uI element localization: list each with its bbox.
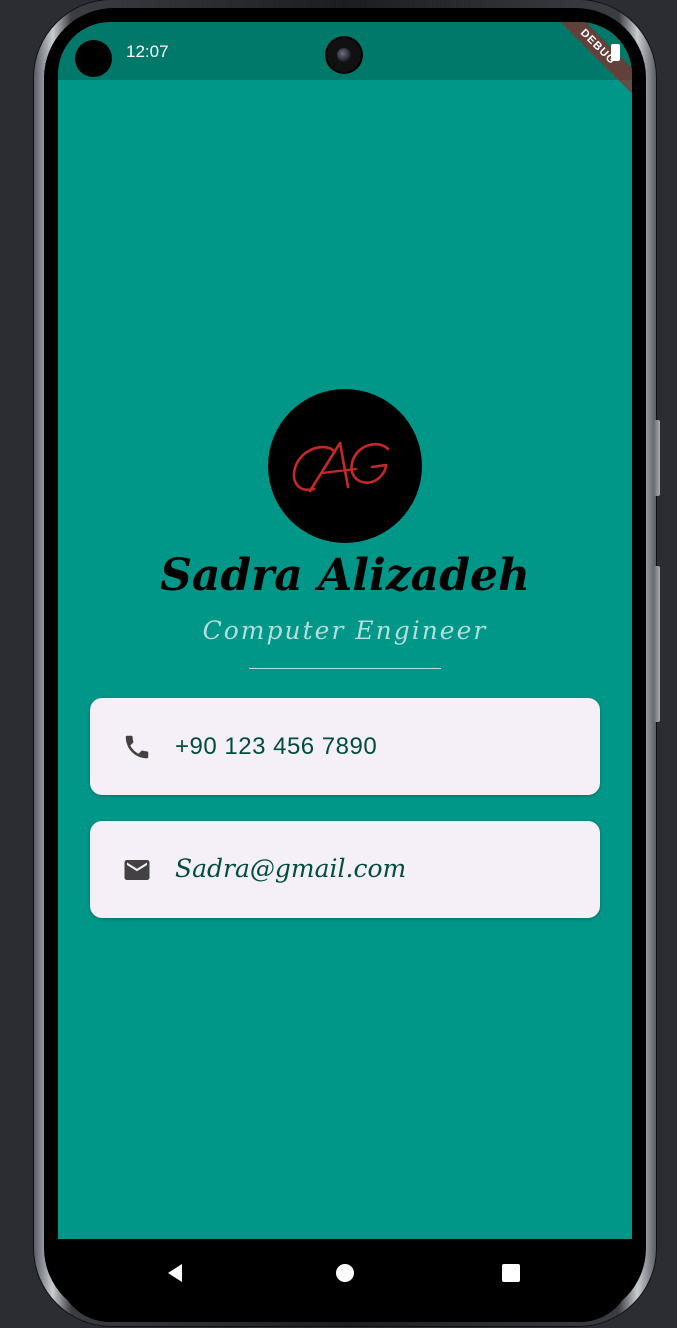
email-address: Sadra@gmail.com — [175, 854, 407, 883]
email-icon — [124, 860, 150, 880]
profile-title: Computer Engineer — [202, 616, 488, 645]
volume-button — [654, 566, 660, 722]
avatar — [268, 389, 422, 543]
status-time: 12:07 — [126, 42, 169, 61]
profile-name: Sadra Alizadeh — [160, 550, 530, 601]
phone-screen: 12:07 DEBUG Sadra Alizadeh Computer Engi… — [58, 22, 632, 1322]
camera-icon — [327, 38, 361, 72]
battery-icon — [611, 44, 620, 61]
phone-icon — [125, 735, 149, 759]
email-card[interactable]: Sadra@gmail.com — [90, 821, 600, 918]
front-sensor — [75, 40, 112, 77]
power-button — [654, 420, 660, 496]
back-icon[interactable] — [164, 1261, 188, 1285]
monogram-logo — [292, 441, 390, 493]
status-bar: 12:07 DEBUG — [58, 22, 632, 99]
home-icon[interactable] — [333, 1261, 357, 1285]
phone-number: +90 123 456 7890 — [175, 733, 378, 760]
recents-icon[interactable] — [499, 1261, 523, 1285]
divider — [249, 668, 441, 669]
phone-card[interactable]: +90 123 456 7890 — [90, 698, 600, 795]
app-body: Sadra Alizadeh Computer Engineer +90 123… — [58, 80, 632, 1239]
navigation-bar — [58, 1239, 632, 1322]
